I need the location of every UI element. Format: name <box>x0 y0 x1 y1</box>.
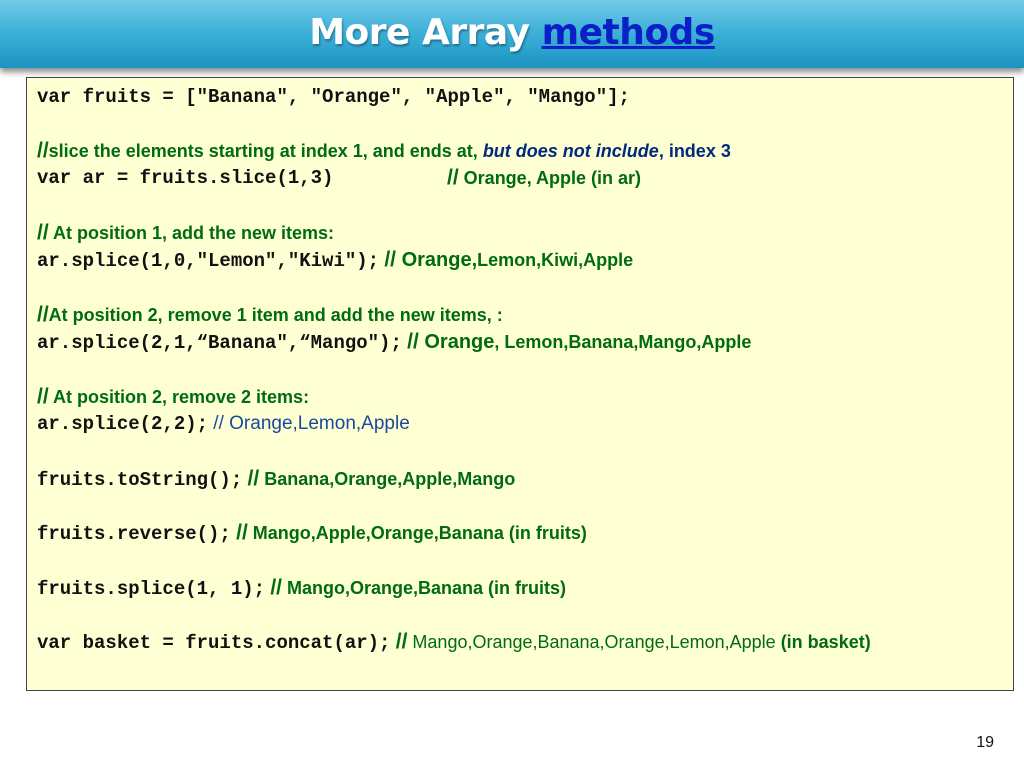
comment-slashes: // <box>37 221 49 244</box>
comment-text: // At position 1, add the new items: <box>37 221 335 244</box>
code-line-tostring: fruits.toString(); // Banana,Orange,Appl… <box>37 467 516 492</box>
comment-part: , index 3 <box>658 141 731 161</box>
comment-slashes: // <box>447 166 459 189</box>
comment-slashes: // <box>37 385 49 408</box>
code-text: ar.splice(2,2); <box>37 413 209 435</box>
code-line-slice: var ar = fruits.slice(1,3) // Orange, Ap… <box>37 167 641 190</box>
comment-text: // Banana,Orange,Apple,Mango <box>247 467 516 490</box>
code-text: var fruits = ["Banana", "Orange", "Apple… <box>37 86 630 108</box>
comment-line-remove-two: // At position 2, remove 2 items: <box>37 386 309 409</box>
comment-text: //slice the elements starting at index 1… <box>37 139 731 162</box>
code-line-splice-replace: ar.splice(2,1,“Banana",“Mango"); // Oran… <box>37 330 752 355</box>
comment-part: Orange, Apple (in ar) <box>458 168 642 188</box>
comment-slashes: // <box>37 139 49 162</box>
code-line-splice-fruits: fruits.splice(1, 1); // Mango,Orange,Ban… <box>37 576 567 601</box>
comment-emphasis: but does not include <box>482 141 659 161</box>
code-text: ar.splice(1,0,"Lemon","Kiwi"); <box>37 250 380 272</box>
code-text: ar.splice(2,1,“Banana",“Mango"); <box>37 332 402 354</box>
page-number: 19 <box>976 734 994 751</box>
code-line-splice-add: ar.splice(1,0,"Lemon","Kiwi"); // Orange… <box>37 248 634 273</box>
comment-part: Orange <box>418 331 495 353</box>
code-line-concat: var basket = fruits.concat(ar); // Mango… <box>37 630 871 655</box>
comment-text: // Mango,Apple,Orange,Banana (in fruits) <box>236 521 587 544</box>
comment-slashes: // <box>247 467 260 490</box>
code-text: fruits.toString(); <box>37 469 243 491</box>
comment-text: // Orange, Lemon,Banana,Mango,Apple <box>407 330 752 354</box>
comment-part: Mango,Apple,Orange,Banana (in fruits) <box>247 523 587 543</box>
comment-part: At position 2, remove 2 items: <box>48 387 310 407</box>
comment-part: At position 1, add the new items: <box>48 223 335 243</box>
comment-slashes: // <box>270 576 282 599</box>
comment-part: Lemon,Kiwi,Apple <box>477 250 634 270</box>
code-text: var ar = fruits.slice(1,3) <box>37 167 334 189</box>
comment-part: Banana,Orange,Apple,Mango <box>259 469 516 489</box>
title-bar: More Array methods <box>0 0 1024 68</box>
comment-slashes: // <box>37 303 49 326</box>
code-text: fruits.reverse(); <box>37 523 231 545</box>
code-text: fruits.splice(1, 1); <box>37 578 266 600</box>
comment-text: // Mango,Orange,Banana (in fruits) <box>270 576 567 599</box>
code-line-splice-remove: ar.splice(2,2); // Orange,Lemon,Apple <box>37 413 410 435</box>
comment-slashes: // <box>236 521 248 544</box>
code-line-fruits-declaration: var fruits = ["Banana", "Orange", "Apple… <box>37 86 630 108</box>
comment-slashes: // <box>384 248 397 271</box>
comment-part: Orange, <box>396 249 478 271</box>
comment-text: //At position 2, remove 1 item and add t… <box>37 303 503 326</box>
comment-text: // At position 2, remove 2 items: <box>37 385 310 408</box>
comment-part: slice the elements starting at index 1, … <box>48 141 483 161</box>
code-line-reverse: fruits.reverse(); // Mango,Apple,Orange,… <box>37 521 587 546</box>
comment-line-remove-add: //At position 2, remove 1 item and add t… <box>37 304 503 327</box>
comment-line-add-items: // At position 1, add the new items: <box>37 222 334 245</box>
comment-part: (in basket) <box>775 632 871 652</box>
code-box: var fruits = ["Banana", "Orange", "Apple… <box>26 77 1014 691</box>
comment-part: , Lemon,Banana,Mango,Apple <box>494 332 752 352</box>
comment-slashes: // <box>407 330 419 353</box>
comment-part: At position 2, remove 1 item and add the… <box>48 305 503 325</box>
comment-text: // Mango,Orange,Banana,Orange,Lemon,Appl… <box>395 630 871 653</box>
comment-line-slice: //slice the elements starting at index 1… <box>37 140 731 163</box>
code-text: var basket = fruits.concat(ar); <box>37 632 391 654</box>
comment-text: // Orange,Lemon,Apple <box>208 413 410 434</box>
comment-part: Mango,Orange,Banana (in fruits) <box>282 578 567 598</box>
methods-link[interactable]: methods <box>542 12 716 53</box>
title-text: More Array <box>309 12 530 53</box>
comment-slashes: // <box>395 630 408 653</box>
comment-part: Mango,Orange,Banana,Orange,Lemon,Apple <box>407 632 776 652</box>
comment-text: // Orange, Apple (in ar) <box>447 167 641 189</box>
slide-title: More Array methods <box>309 12 715 53</box>
comment-text: // Orange,Lemon,Kiwi,Apple <box>384 248 634 272</box>
